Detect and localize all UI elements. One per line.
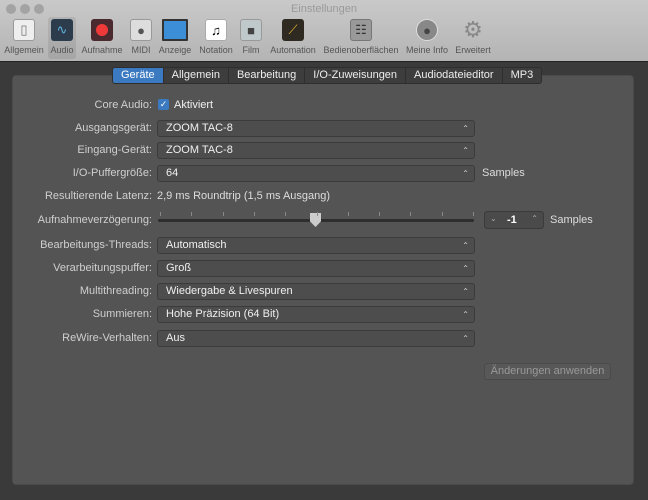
chevron-updown-icon: ⌃ [462, 169, 469, 178]
chevron-updown-icon: ⌃ [462, 264, 469, 273]
verzoegerung-value: -1 [507, 214, 517, 226]
slider-tick [347, 212, 349, 216]
toolbar-label: Anzeige [158, 45, 192, 55]
slider-tick [473, 212, 474, 216]
toolbar-label: Bedienoberflächen [323, 45, 399, 55]
puffer-unit: Samples [482, 167, 525, 179]
camera-icon: ■ [240, 19, 262, 41]
decrement-icon[interactable]: ⌄ [490, 214, 497, 223]
apply-changes-button[interactable]: Änderungen anwenden [484, 363, 611, 380]
slider-tick [441, 212, 443, 216]
slider-tick [191, 212, 193, 216]
verzoegerung-stepper[interactable]: ⌄ -1 ⌃ [484, 211, 544, 229]
puffer-value: 64 [166, 167, 179, 179]
vpuffer-select[interactable]: Groß ⌃ [157, 260, 475, 277]
slider-tick [410, 212, 412, 216]
summieren-value: Hohe Präzision (64 Bit) [166, 308, 280, 320]
chevron-updown-icon: ⌃ [462, 124, 469, 133]
vpuffer-label: Verarbeitungspuffer: [53, 262, 152, 274]
multithreading-label: Multithreading: [79, 285, 152, 297]
toolbar-film[interactable]: ■ Film [239, 17, 263, 59]
verzoegerung-label: Aufnahmeverzögerung: [37, 214, 152, 226]
core-audio-label: Core Audio: [94, 99, 152, 111]
rewire-value: Aus [166, 332, 185, 344]
midi-icon: ● [130, 19, 152, 41]
record-icon [91, 19, 113, 41]
toolbar-label: Automation [270, 45, 316, 55]
toolbar-aufnahme[interactable]: Aufnahme [80, 17, 124, 59]
toolbar-meine-info[interactable]: ● Meine Info [404, 17, 450, 59]
note-icon: ♫ [205, 19, 227, 41]
tab-audiodateieditor[interactable]: Audiodateieditor [406, 68, 503, 83]
threads-select[interactable]: Automatisch ⌃ [157, 237, 475, 254]
vpuffer-value: Groß [166, 262, 192, 274]
tab-mp3[interactable]: MP3 [503, 68, 542, 83]
multithreading-value: Wiedergabe & Livespuren [166, 285, 293, 297]
toolbar-erweitert[interactable]: ⚙ Erweitert [453, 17, 493, 59]
toolbar-label: Allgemein [4, 45, 44, 55]
threads-label: Bearbeitungs-Threads: [40, 239, 152, 251]
eingang-select[interactable]: ZOOM TAC-8 ⌃ [157, 142, 475, 159]
tab-geraete[interactable]: Geräte [113, 68, 164, 83]
ausgang-label: Ausgangsgerät: [74, 122, 152, 134]
core-audio-value: Aktiviert [174, 99, 214, 111]
summieren-select[interactable]: Hohe Präzision (64 Bit) ⌃ [157, 306, 475, 323]
automation-icon: ⟋ [282, 19, 304, 41]
toolbar-label: MIDI [131, 45, 151, 55]
slider-tick [222, 212, 224, 216]
rewire-select[interactable]: Aus ⌃ [157, 330, 475, 347]
toolbar-label: Erweitert [455, 45, 491, 55]
threads-value: Automatisch [166, 239, 227, 251]
tab-bearbeitung[interactable]: Bearbeitung [229, 68, 306, 83]
tab-allgemein[interactable]: Allgemein [164, 68, 229, 83]
faders-icon: ☷ [350, 19, 372, 41]
chevron-updown-icon: ⌃ [462, 334, 469, 343]
verzoegerung-unit: Samples [550, 214, 593, 226]
toolbar-label: Audio [50, 45, 74, 55]
eingang-label: Eingang-Gerät: [77, 144, 152, 156]
toolbar-label: Film [242, 45, 260, 55]
ausgang-select[interactable]: ZOOM TAC-8 ⌃ [157, 120, 475, 137]
toolbar-allgemein[interactable]: ▯ Allgemein [2, 17, 46, 59]
slider-tick [253, 212, 255, 216]
switch-icon: ▯ [13, 19, 35, 41]
user-icon: ● [416, 19, 438, 41]
puffer-select[interactable]: 64 ⌃ [157, 165, 475, 182]
toolbar-bedienoberflaechen[interactable]: ☷ Bedienoberflächen [322, 17, 400, 59]
window-title: Einstellungen [290, 3, 358, 15]
tab-io-zuweisungen[interactable]: I/O-Zuweisungen [305, 68, 407, 83]
slider-tick [285, 212, 287, 216]
toolbar-label: Notation [199, 45, 233, 55]
puffer-label: I/O-Puffergröße: [72, 167, 152, 179]
toolbar-label: Meine Info [405, 45, 449, 55]
rewire-label: ReWire-Verhalten: [62, 332, 152, 344]
latenz-value: 2,9 ms Roundtrip (1,5 ms Ausgang) [157, 190, 331, 202]
toolbar-automation[interactable]: ⟋ Automation [268, 17, 318, 59]
chevron-updown-icon: ⌃ [462, 310, 469, 319]
multithreading-select[interactable]: Wiedergabe & Livespuren ⌃ [157, 283, 475, 300]
chevron-updown-icon: ⌃ [462, 241, 469, 250]
summieren-label: Summieren: [92, 308, 152, 320]
ausgang-value: ZOOM TAC-8 [166, 122, 233, 134]
tab-bar: Geräte Allgemein Bearbeitung I/O-Zuweisu… [112, 67, 543, 84]
toolbar-midi[interactable]: ● MIDI [128, 17, 154, 59]
display-icon [162, 19, 188, 41]
chevron-updown-icon: ⌃ [462, 287, 469, 296]
eingang-value: ZOOM TAC-8 [166, 144, 233, 156]
slider-tick [316, 212, 318, 216]
gear-icon: ⚙ [463, 17, 483, 42]
toolbar-label: Aufnahme [81, 45, 123, 55]
chevron-updown-icon: ⌃ [462, 146, 469, 155]
slider-tick [379, 212, 381, 216]
waveform-icon: ∿ [51, 19, 73, 41]
toolbar-notation[interactable]: ♫ Notation [197, 17, 235, 59]
toolbar-anzeige[interactable]: Anzeige [158, 17, 192, 59]
latenz-label: Resultierende Latenz: [44, 190, 152, 202]
core-audio-checkbox[interactable]: ✓ [158, 99, 169, 110]
slider-tick [160, 212, 161, 216]
toolbar-audio[interactable]: ∿ Audio [48, 17, 76, 59]
increment-icon[interactable]: ⌃ [531, 214, 538, 223]
